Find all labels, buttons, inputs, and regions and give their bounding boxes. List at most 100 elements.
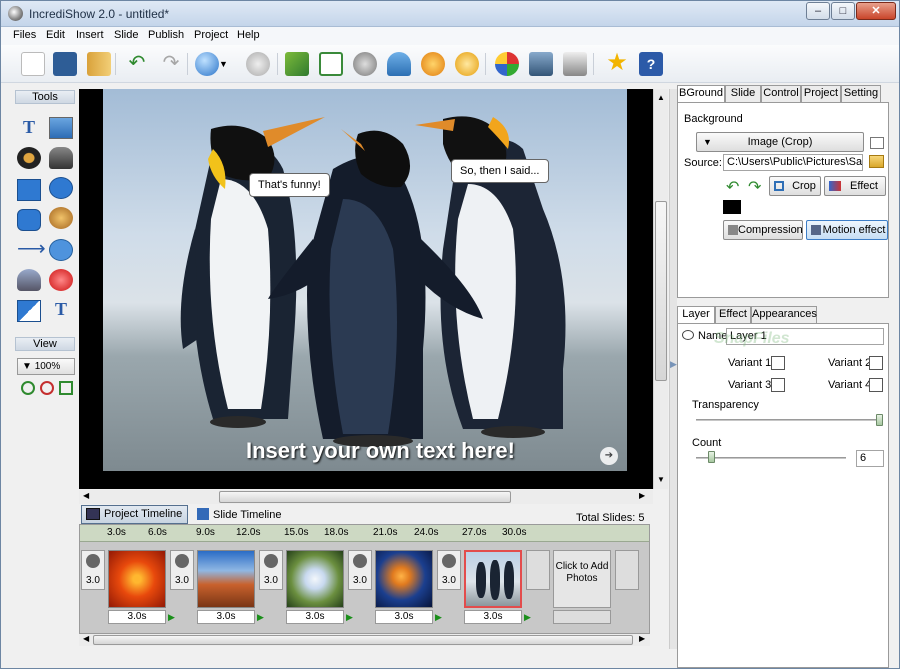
menu-slide[interactable]: Slide [114,29,138,41]
bg-type-dropdown[interactable]: ▼ Image (Crop) [696,132,864,152]
tab-effect[interactable]: Effect [715,306,751,323]
slide-canvas[interactable]: That's funny! So, then I said... Insert … [79,89,653,489]
count-slider-thumb[interactable] [708,451,715,463]
pick-color-icon[interactable] [870,137,884,149]
variant-3-checkbox[interactable] [771,378,785,392]
speech-bubble-left[interactable]: That's funny! [249,173,330,197]
timeline-scrollbar[interactable]: ◀ ▶ [79,634,650,646]
transition-box[interactable]: 3.0 [348,550,372,590]
rotate-right-icon[interactable]: ↷ [748,177,761,197]
play-dropdown-icon[interactable]: ▼ [219,52,231,76]
rounded-rect-tool-icon[interactable] [17,209,41,231]
redo-icon[interactable]: ↷ [159,52,183,76]
motion-effect-button[interactable]: Motion effect [806,220,888,240]
tab-slide[interactable]: Slide [725,85,761,102]
count-field[interactable]: 6 [856,450,884,467]
fit-to-window-icon[interactable] [59,381,73,395]
rotate-left-icon[interactable]: ↶ [726,177,739,197]
count-slider[interactable] [696,457,846,459]
slide-duration[interactable]: 3.0s [375,610,433,624]
canvas-horizontal-scrollbar[interactable]: ◀ ▶ [79,490,653,504]
slide-duration[interactable]: 3.0s [108,610,166,624]
slide-thumbnail-4[interactable] [375,550,433,608]
close-button[interactable]: ✕ [856,2,896,20]
stamp-tool-icon[interactable] [49,269,73,291]
horizontal-scroll-thumb[interactable] [219,491,511,503]
dvd-icon[interactable] [455,52,479,76]
character-tool-icon[interactable] [17,269,41,291]
speech-bubble-right[interactable]: So, then I said... [451,159,549,183]
slide-thumbnail-2[interactable] [197,550,255,608]
compression-button[interactable]: Compression [723,220,803,240]
play-slide-icon[interactable]: ▶ [257,610,267,624]
variant-2-checkbox[interactable] [869,356,883,370]
web-publish-icon[interactable] [495,52,519,76]
tab-bground[interactable]: BGround [677,85,725,103]
scroll-left-icon[interactable]: ◀ [83,491,89,500]
slide-thumbnail-5[interactable] [464,550,522,608]
layer-tool-icon[interactable] [17,300,41,322]
maximize-button[interactable]: □ [831,2,855,20]
import-photos-icon[interactable] [285,52,309,76]
tab-appearances[interactable]: Appearances [751,306,817,323]
menu-edit[interactable]: Edit [46,29,65,41]
image-tool-icon[interactable] [49,117,73,139]
ellipse-tool-icon[interactable] [49,177,73,199]
scroll-left-icon[interactable]: ◀ [83,634,89,643]
transition-box[interactable]: 3.0 [170,550,194,590]
slide-thumbnail-1[interactable] [108,550,166,608]
add-slide-icon[interactable] [319,52,343,76]
tab-setting[interactable]: Setting [841,85,881,102]
slide-duration[interactable]: 3.0s [197,610,255,624]
slide-timeline-tab[interactable]: Slide Timeline [197,508,281,521]
text-tool-icon[interactable]: T [17,117,41,139]
stop-icon[interactable] [246,52,270,76]
slide-thumbnail-3[interactable] [286,550,344,608]
rectangle-tool-icon[interactable] [17,179,41,201]
menu-help[interactable]: Help [237,29,260,41]
canvas-vertical-scrollbar[interactable]: ▲ ▼ [653,89,668,489]
transparency-slider-thumb[interactable] [876,414,883,426]
text-box-tool-icon[interactable]: T [49,299,73,321]
scroll-down-icon[interactable]: ▼ [657,475,665,484]
color-swatch[interactable] [723,200,741,214]
menu-publish[interactable]: Publish [148,29,184,41]
help-icon[interactable]: ? [639,52,663,76]
play-slide-icon[interactable]: ▶ [435,610,445,624]
tab-control[interactable]: Control [761,85,801,102]
tab-layer[interactable]: Layer [677,306,715,324]
burn-disc-icon[interactable] [421,52,445,76]
transparency-slider[interactable] [696,419,882,421]
microphone-tool-icon[interactable] [49,147,73,169]
audio-tool-icon[interactable] [17,147,41,169]
source-path-field[interactable]: C:\Users\Public\Pictures\Sample [723,154,863,171]
project-timeline[interactable]: 3.0s 6.0s 9.0s 12.0s 15.0s 18.0s 21.0s 2… [79,524,650,634]
scroll-right-icon[interactable]: ▶ [639,634,645,643]
transition-box[interactable]: 3.0 [437,550,461,590]
transition-box[interactable]: 3.0 [81,550,105,590]
next-arrow-icon[interactable]: ➔ [600,447,618,465]
menu-insert[interactable]: Insert [76,29,104,41]
undo-icon[interactable]: ↶ [125,52,149,76]
menu-files[interactable]: Files [13,29,36,41]
collapse-arrow-icon[interactable]: ▶ [670,359,677,370]
zoom-in-icon[interactable] [21,381,35,395]
play-slide-icon[interactable]: ▶ [346,610,356,624]
scroll-up-icon[interactable]: ▲ [657,93,665,102]
paint-tool-icon[interactable] [49,207,73,229]
caption-text[interactable]: Insert your own text here! [246,438,515,464]
scroll-right-icon[interactable]: ▶ [639,491,645,500]
play-slide-icon[interactable]: ▶ [168,610,178,624]
menu-project[interactable]: Project [194,29,228,41]
variant-4-checkbox[interactable] [869,378,883,392]
vertical-scroll-thumb[interactable] [655,201,667,381]
save-icon[interactable] [53,52,77,76]
variant-1-checkbox[interactable] [771,356,785,370]
project-timeline-tab[interactable]: Project Timeline [81,505,188,524]
star-icon[interactable]: ★ [605,51,629,76]
slide-duration[interactable]: 3.0s [464,610,522,624]
play-slide-icon[interactable]: ▶ [524,610,534,624]
arrow-tool-icon[interactable]: ⟶ [17,239,46,261]
play-icon[interactable] [195,52,219,76]
print-icon[interactable] [563,52,587,76]
